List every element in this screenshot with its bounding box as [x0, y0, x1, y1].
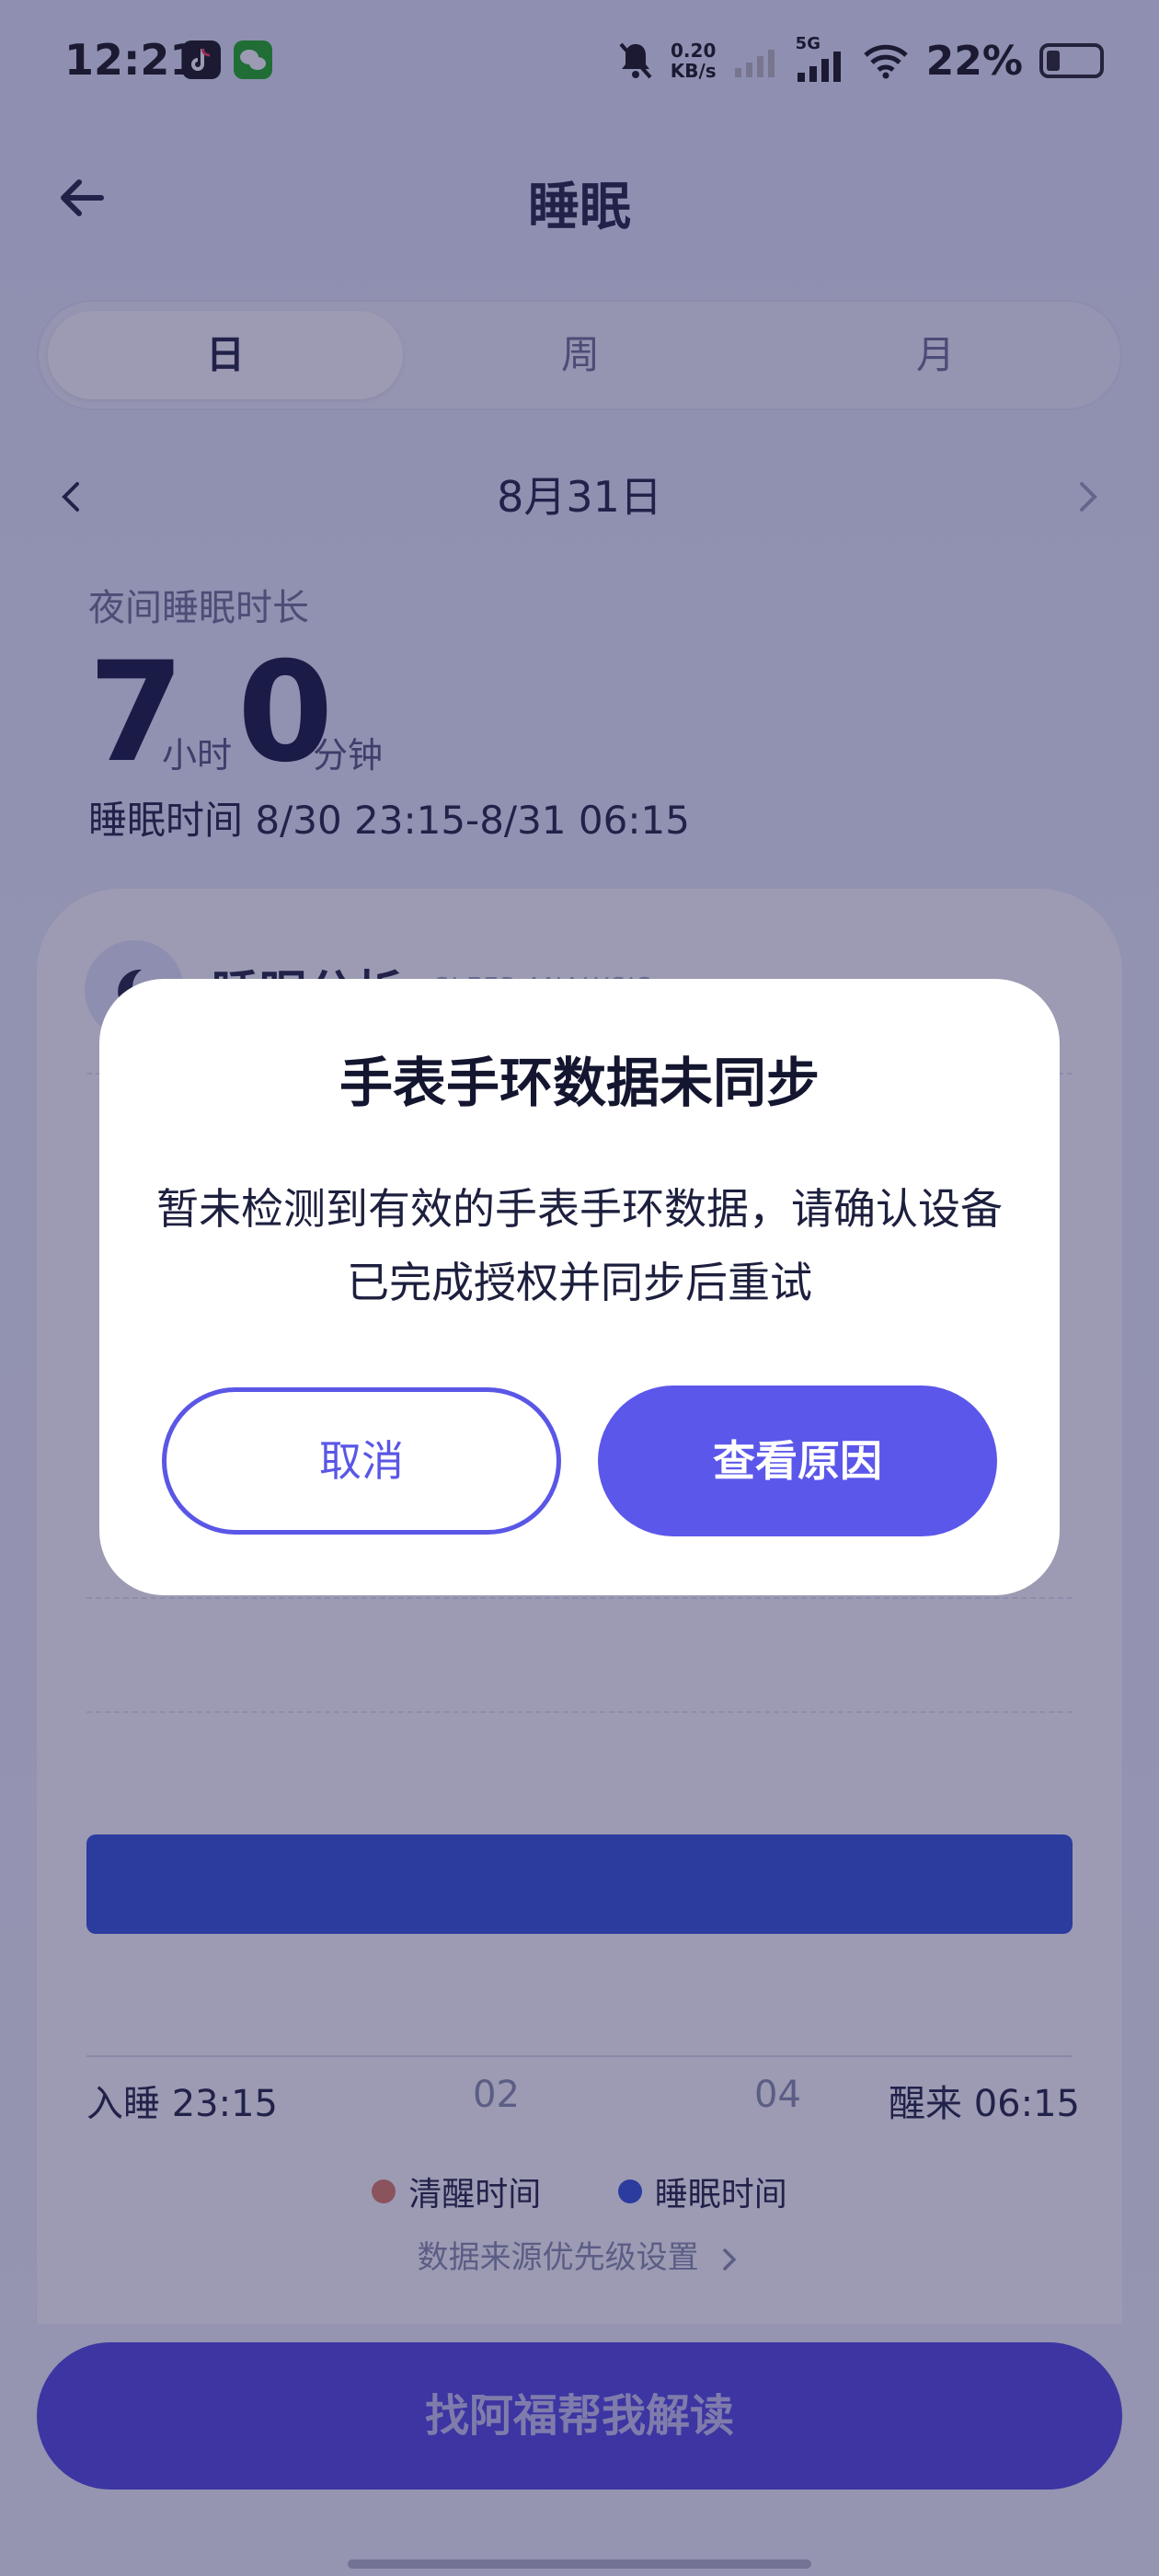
dialog-title: 手表手环数据未同步 [339, 1052, 820, 1114]
cancel-button[interactable]: 取消 [162, 1387, 561, 1535]
sleep-page: 12:21 0.20 KB/s 5G 22% 睡眠 日 周 月 8月31日 夜间… [0, 0, 1159, 2576]
dialog-message: 暂未检测到有效的手表手环数据，请确认设备已完成授权并同步后重试 [156, 1184, 1003, 1307]
view-reason-button[interactable]: 查看原因 [598, 1386, 997, 1536]
sync-dialog: 手表手环数据未同步 暂未检测到有效的手表手环数据，请确认设备已完成授权并同步后重… [99, 979, 1060, 1595]
